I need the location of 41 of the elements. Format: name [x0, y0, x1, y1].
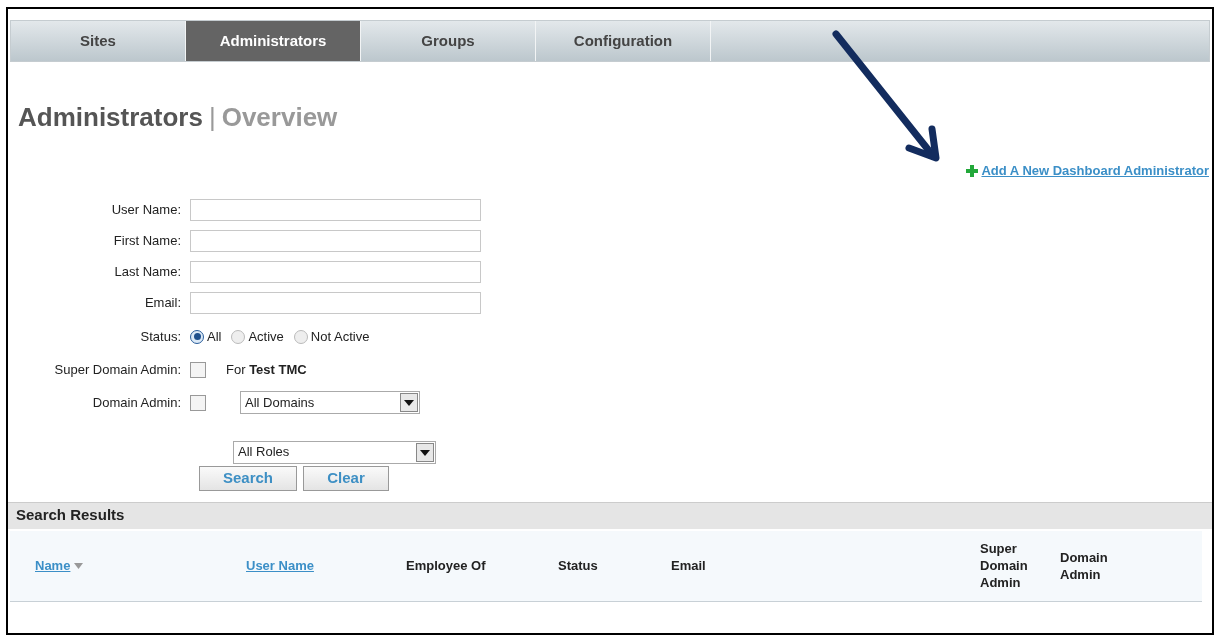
form-button[interactable]: Search — [199, 465, 297, 491]
text-input[interactable] — [190, 230, 481, 252]
nav-tab[interactable]: Groups — [361, 21, 536, 61]
column-heading: Super Domain Admin — [980, 540, 1029, 591]
add-administrator-link[interactable]: Add A New Dashboard Administrator — [981, 161, 1209, 181]
form-button[interactable]: Clear — [303, 465, 389, 491]
tmc-note: For Test TMC — [226, 360, 307, 379]
field-label: Super Domain Admin: — [53, 360, 182, 379]
sortable-column-link[interactable]: User Name — [246, 555, 314, 576]
plus-icon — [966, 164, 979, 177]
column-heading: Status — [558, 556, 598, 575]
text-input[interactable] — [190, 261, 481, 283]
radio-label: Active — [248, 327, 284, 346]
checkbox[interactable] — [190, 361, 206, 378]
radio-button[interactable] — [293, 329, 308, 344]
sort-caret-icon — [74, 562, 84, 569]
domains-dropdown[interactable]: All Domains — [240, 391, 420, 414]
radio-label: All — [207, 327, 222, 346]
column-heading: Email — [671, 556, 706, 575]
sortable-column-link[interactable]: Name — [35, 555, 71, 576]
field-label: User Name: — [110, 201, 182, 220]
roles-dropdown[interactable]: All Roles — [233, 440, 436, 464]
text-input[interactable] — [190, 199, 481, 221]
column-heading: Domain Admin — [1060, 548, 1109, 583]
page-subtitle: Overview — [221, 101, 338, 134]
title-separator: | — [208, 101, 216, 134]
nav-tab[interactable]: Configuration — [536, 21, 711, 61]
field-label: Status: — [139, 327, 182, 346]
field-label: First Name: — [112, 232, 182, 251]
radio-button[interactable] — [190, 329, 204, 344]
radio-button[interactable] — [231, 329, 246, 344]
nav-tab[interactable]: Administrators — [186, 21, 361, 61]
field-label: Domain Admin: — [91, 393, 182, 412]
radio-label: Not Active — [310, 327, 370, 346]
column-heading: Employee Of — [406, 556, 486, 575]
text-input[interactable] — [190, 292, 481, 314]
results-title: Search Results — [16, 505, 125, 526]
field-label: Last Name: — [113, 263, 182, 282]
field-label: Email: — [143, 294, 182, 313]
page-title: Administrators — [18, 101, 203, 134]
checkbox[interactable] — [190, 394, 206, 411]
